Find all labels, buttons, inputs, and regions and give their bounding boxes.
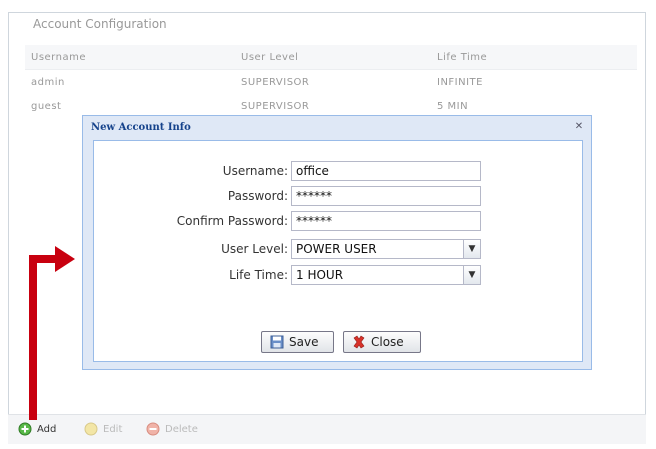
bottom-toolbar: Add Edit Delete xyxy=(8,414,646,444)
username-input[interactable] xyxy=(291,161,481,181)
save-button[interactable]: Save xyxy=(261,331,334,353)
table-cell-username: guest xyxy=(31,100,62,112)
floppy-disk-icon xyxy=(270,335,284,349)
delete-icon xyxy=(146,422,160,436)
close-icon[interactable]: ✕ xyxy=(573,121,585,133)
life-time-value: 1 HOUR xyxy=(296,268,344,282)
edit-button-label: Edit xyxy=(103,423,123,435)
confirm-password-label: Confirm Password: xyxy=(176,214,288,228)
column-header-life-time[interactable]: Life Time xyxy=(437,52,637,63)
table-cell-username: admin xyxy=(31,76,65,88)
username-row: Username: xyxy=(94,161,584,183)
table-row[interactable]: admin SUPERVISOR INFINITE xyxy=(25,70,637,94)
account-table: Username User Level Life Time admin SUPE… xyxy=(25,45,637,118)
delete-button-label: Delete xyxy=(165,423,198,435)
column-header-user-level[interactable]: User Level xyxy=(241,52,437,63)
add-button-label: Add xyxy=(37,423,57,435)
life-time-select[interactable]: 1 HOUR ▼ xyxy=(291,265,481,285)
chevron-down-icon[interactable]: ▼ xyxy=(463,266,480,284)
password-label: Password: xyxy=(227,189,288,203)
add-button[interactable]: Add xyxy=(18,422,56,436)
dialog-title: New Account Info xyxy=(91,122,191,133)
close-button-label: Close xyxy=(371,335,404,349)
life-time-row: Life Time: 1 HOUR ▼ xyxy=(94,265,584,287)
delete-button[interactable]: Delete xyxy=(146,422,198,436)
life-time-label: Life Time: xyxy=(229,268,288,282)
annotation-arrow-bend xyxy=(29,255,57,263)
panel-legend: Account Configuration xyxy=(29,17,171,31)
table-header-row: Username User Level Life Time xyxy=(25,45,637,70)
annotation-arrow-head xyxy=(55,246,75,272)
user-level-row: User Level: POWER USER ▼ xyxy=(94,239,584,261)
table-cell-user-level: SUPERVISOR xyxy=(241,100,310,112)
chevron-down-icon[interactable]: ▼ xyxy=(463,240,480,258)
confirm-password-row: Confirm Password: xyxy=(94,211,584,233)
dialog-form: Username: Password: Confirm Password: Us… xyxy=(93,140,583,362)
table-cell-user-level: SUPERVISOR xyxy=(241,76,310,88)
save-button-label: Save xyxy=(289,335,319,349)
edit-button[interactable]: Edit xyxy=(84,422,122,436)
annotation-arrow-shaft xyxy=(29,255,37,420)
close-button[interactable]: Close xyxy=(343,331,421,353)
add-icon xyxy=(18,422,32,436)
red-x-icon xyxy=(353,335,365,349)
username-label: Username: xyxy=(222,164,288,178)
new-account-dialog: New Account Info ✕ Username: Password: C… xyxy=(82,115,592,370)
column-header-username[interactable]: Username xyxy=(25,52,241,63)
table-cell-life-time: 5 MIN xyxy=(437,100,469,112)
table-cell-life-time: INFINITE xyxy=(437,76,483,88)
password-row: Password: xyxy=(94,186,584,208)
password-input[interactable] xyxy=(291,186,481,206)
user-level-value: POWER USER xyxy=(296,242,377,256)
confirm-password-input[interactable] xyxy=(291,211,481,231)
user-level-label: User Level: xyxy=(221,242,288,256)
edit-icon xyxy=(84,422,98,436)
user-level-select[interactable]: POWER USER ▼ xyxy=(291,239,481,259)
